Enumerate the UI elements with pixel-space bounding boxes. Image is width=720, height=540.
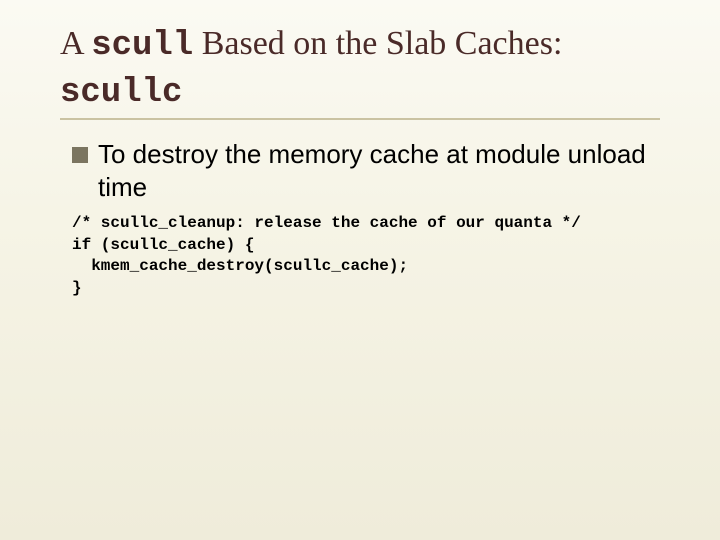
code-line-3: kmem_cache_destroy(scullc_cache); xyxy=(72,257,408,275)
bullet-square-icon xyxy=(72,147,88,163)
title-mono-scull: scull xyxy=(91,27,193,65)
title-mid: Based on the Slab Caches: xyxy=(193,25,562,62)
code-block: /* scullc_cleanup: release the cache of … xyxy=(72,213,660,299)
title-mono-scullc: scullc xyxy=(60,74,182,112)
slide-body: To destroy the memory cache at module un… xyxy=(72,138,660,299)
title-prefix: A xyxy=(60,25,91,62)
bullet-item: To destroy the memory cache at module un… xyxy=(72,138,660,203)
code-line-4: } xyxy=(72,279,82,297)
bullet-text: To destroy the memory cache at module un… xyxy=(98,138,660,203)
title-underline xyxy=(60,118,660,120)
slide: A scull Based on the Slab Caches: scullc… xyxy=(0,0,720,540)
code-line-2: if (scullc_cache) { xyxy=(72,236,254,254)
slide-title: A scull Based on the Slab Caches: scullc xyxy=(60,22,660,115)
code-line-1: /* scullc_cleanup: release the cache of … xyxy=(72,214,581,232)
